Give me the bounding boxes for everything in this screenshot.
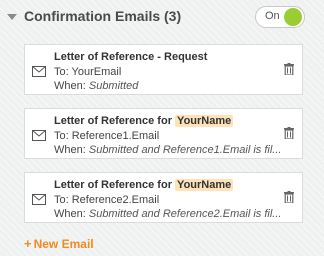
- section-header: Confirmation Emails (3) On: [0, 4, 324, 30]
- when-value: Submitted and Reference2.Email is fil...: [88, 208, 282, 220]
- email-trigger: When: Submitted and Reference2.Email is …: [54, 208, 281, 220]
- envelope-icon: [32, 66, 46, 77]
- trash-icon[interactable]: [284, 191, 294, 203]
- when-label: When:: [54, 144, 86, 156]
- email-card[interactable]: Letter of Reference for YourName To: Ref…: [24, 108, 303, 159]
- email-title-text: Letter of Reference for: [54, 115, 172, 127]
- email-trigger: When: Submitted and Reference1.Email is …: [54, 144, 281, 156]
- email-card[interactable]: Letter of Reference for YourName To: Ref…: [24, 172, 303, 223]
- toggle-label: On: [265, 10, 280, 22]
- email-title-text: Letter of Reference for: [54, 179, 172, 191]
- when-value: Submitted and Reference1.Email is fil...: [88, 144, 282, 156]
- confirmation-emails-toggle[interactable]: On: [255, 6, 305, 28]
- email-title: Letter of Reference for YourName: [54, 179, 234, 191]
- email-title: Letter of Reference for YourName: [54, 115, 234, 127]
- email-recipient: To: YourEmail: [54, 66, 122, 78]
- email-title: Letter of Reference - Request: [54, 51, 207, 63]
- email-recipient: To: Reference2.Email: [54, 194, 160, 206]
- new-email-label: New Email: [33, 237, 94, 251]
- section-title: Confirmation Emails (3): [24, 8, 182, 24]
- trash-icon[interactable]: [284, 127, 294, 139]
- when-label: When:: [54, 208, 86, 220]
- trash-icon[interactable]: [284, 63, 294, 75]
- envelope-icon: [32, 194, 46, 205]
- email-card[interactable]: Letter of Reference - Request To: YourEm…: [24, 44, 303, 95]
- email-recipient: To: Reference1.Email: [54, 130, 160, 142]
- email-trigger: When: Submitted: [54, 80, 138, 92]
- when-value: Submitted: [88, 80, 139, 92]
- toggle-knob: [284, 8, 302, 26]
- email-title-text: Letter of Reference - Request: [54, 51, 208, 63]
- new-email-button[interactable]: + New Email: [24, 236, 94, 251]
- merge-field-highlight: YourName: [175, 115, 234, 127]
- when-label: When:: [54, 80, 86, 92]
- plus-icon: +: [24, 236, 32, 251]
- merge-field-highlight: YourName: [175, 179, 234, 191]
- envelope-icon: [32, 130, 46, 141]
- caret-down-icon[interactable]: [7, 14, 17, 20]
